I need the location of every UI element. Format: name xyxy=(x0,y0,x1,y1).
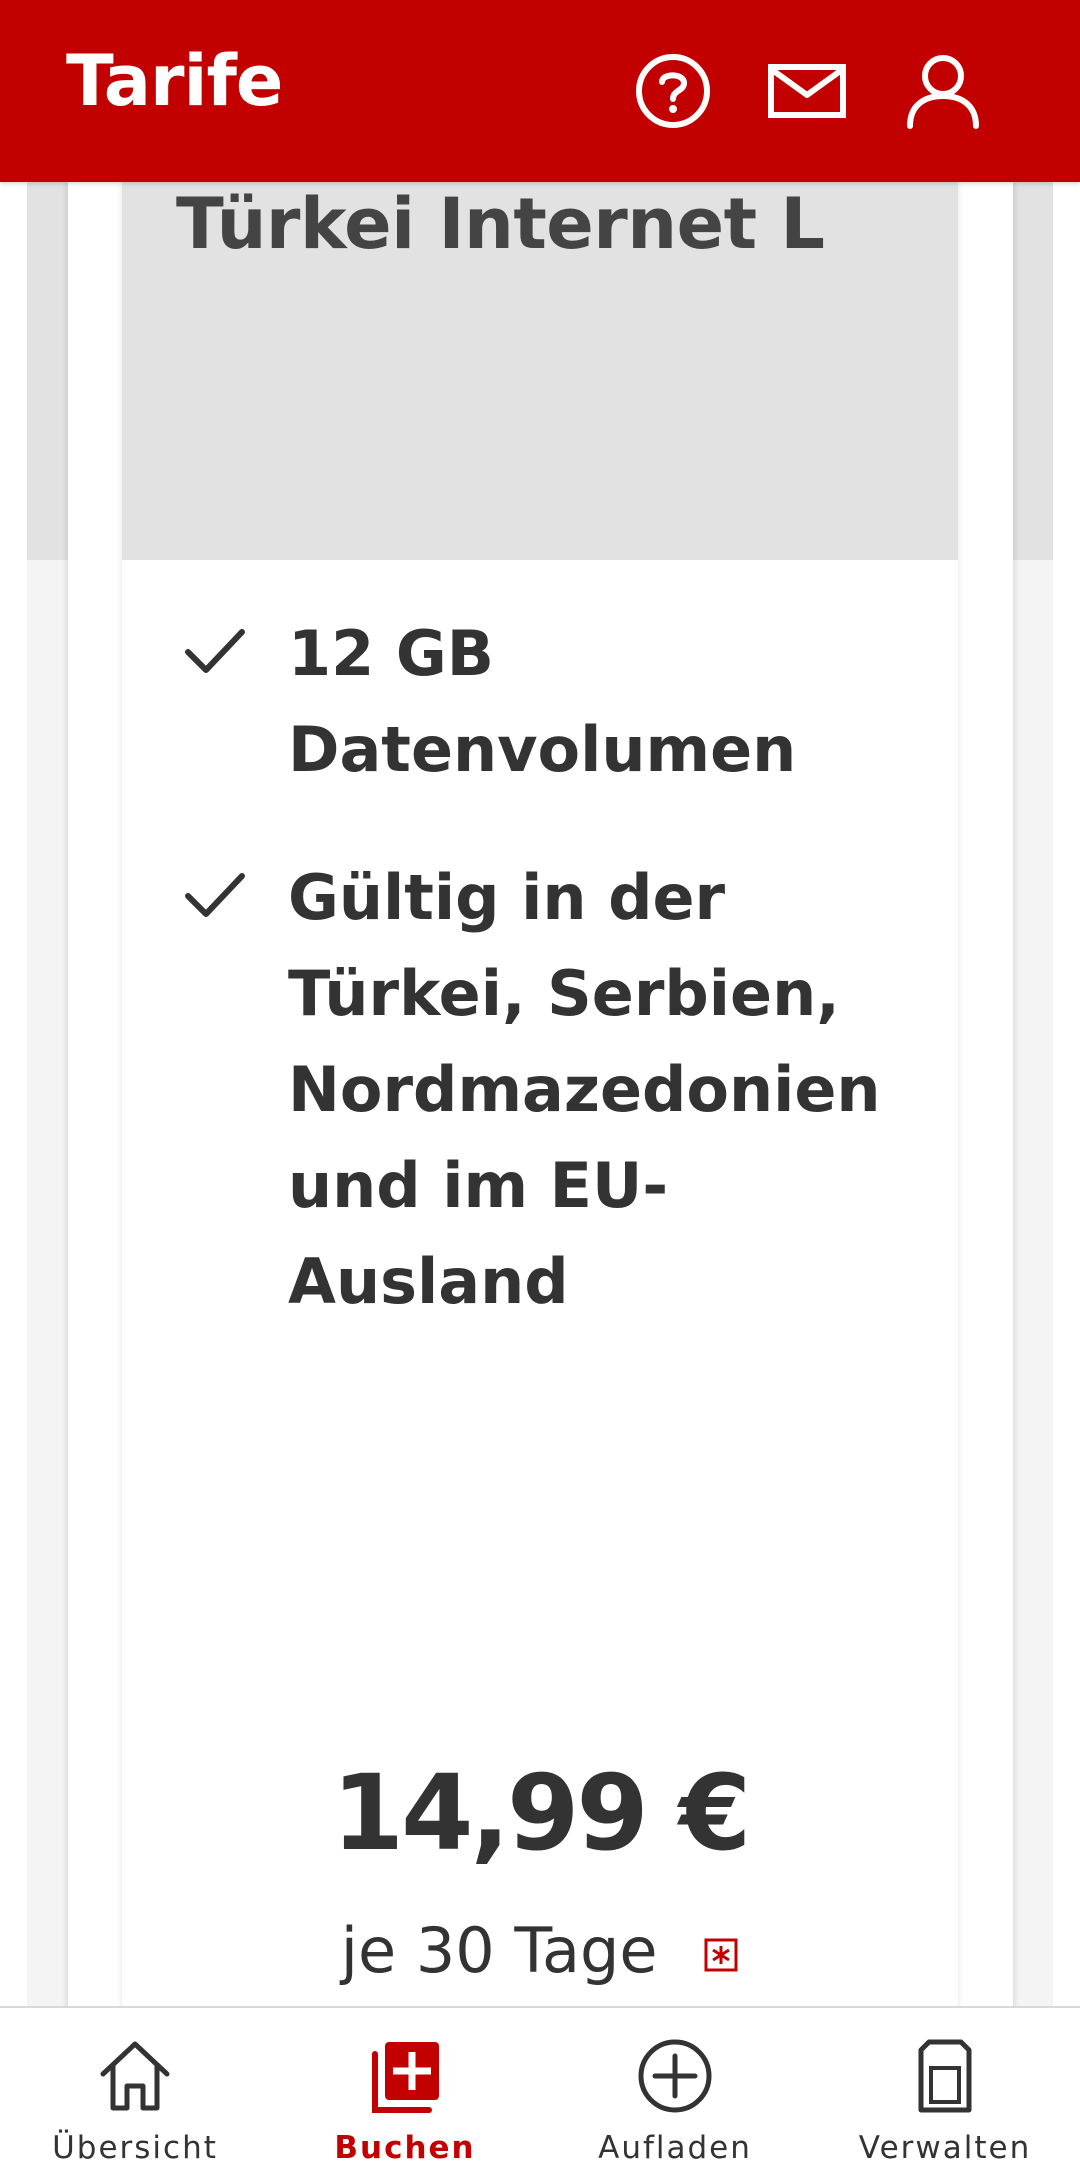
plus-circle-icon xyxy=(638,2039,712,2113)
help-button[interactable] xyxy=(628,46,718,136)
nav-item-buchen[interactable]: Buchen xyxy=(270,2008,540,2166)
feature-item: 12 GB Datenvolumen xyxy=(182,606,888,798)
user-icon xyxy=(907,55,979,129)
checkmark-icon xyxy=(185,629,245,673)
next-card-edge[interactable] xyxy=(958,182,1053,2012)
feature-text: 12 GB Datenvolumen xyxy=(288,617,797,786)
nav-item-uebersicht[interactable]: Übersicht xyxy=(0,2008,270,2166)
help-icon xyxy=(636,54,710,128)
page-title: Tarife xyxy=(66,40,283,122)
feature-item: Gültig in der Türkei, Serbien, Nordmazed… xyxy=(182,850,888,1330)
book-plus-icon xyxy=(372,2042,439,2113)
tariff-card-header: Türkei Internet L xyxy=(122,182,958,560)
previous-card-body xyxy=(68,182,119,2012)
tariff-name: Türkei Internet L xyxy=(176,183,825,265)
tariff-period-row: je 30 Tage xyxy=(122,1914,958,1987)
mail-icon xyxy=(768,64,846,118)
next-card-body xyxy=(958,182,1013,2012)
account-button[interactable] xyxy=(898,46,988,136)
messages-button[interactable] xyxy=(762,46,852,136)
previous-card-edge[interactable] xyxy=(27,182,119,2012)
nav-label: Aufladen xyxy=(598,2130,752,2166)
tariff-period: je 30 Tage xyxy=(340,1914,658,1987)
home-icon xyxy=(100,2041,170,2111)
bottom-navigation: Übersicht Buchen Aufladen Verwalten xyxy=(0,2006,1080,2166)
nav-label: Buchen xyxy=(334,2130,476,2166)
nav-item-aufladen[interactable]: Aufladen xyxy=(540,2008,810,2166)
feature-text: Gültig in der Türkei, Serbien, Nordmazed… xyxy=(288,861,881,1318)
footnote-info-icon[interactable] xyxy=(703,1937,739,1973)
sim-card-icon xyxy=(918,2039,972,2113)
nav-label: Verwalten xyxy=(858,2130,1032,2166)
nav-label: Übersicht xyxy=(52,2130,218,2166)
tariff-price: 14,99 € xyxy=(331,1752,752,1874)
tariff-card[interactable]: Türkei Internet L 12 GB Datenvolumen Gül… xyxy=(122,182,958,2012)
checkmark-icon xyxy=(185,873,245,917)
nav-item-verwalten[interactable]: Verwalten xyxy=(810,2008,1080,2166)
app-header: Tarife xyxy=(0,0,1080,182)
